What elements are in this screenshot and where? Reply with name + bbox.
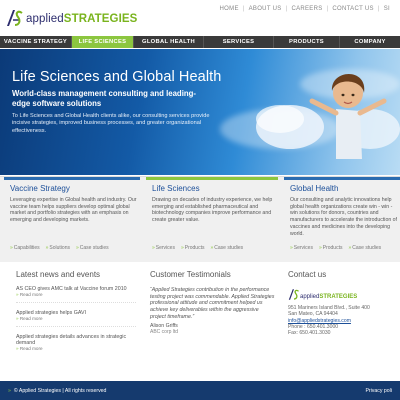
hero-girl-with-wings-image bbox=[256, 74, 400, 159]
top-link-about-us[interactable]: ABOUT US bbox=[245, 6, 286, 12]
read-more-link[interactable]: » Read more bbox=[16, 346, 136, 352]
feature-accent-bar bbox=[284, 177, 400, 180]
feature-link-case-studies[interactable]: »Case studies bbox=[348, 245, 381, 251]
arrow-icon: » bbox=[180, 245, 184, 251]
feature-columns: Vaccine Strategy Leveraging expertise in… bbox=[0, 176, 400, 262]
feature-links: »Services »Products »Case studies bbox=[152, 245, 243, 251]
feature-link-case-studies[interactable]: »Case studies bbox=[210, 245, 243, 251]
feature-life-sciences: Life Sciences Drawing on decades of indu… bbox=[146, 177, 278, 263]
tab-company[interactable]: COMPANY bbox=[340, 36, 400, 48]
news-item-title[interactable]: Applied strategies details advances in s… bbox=[16, 334, 136, 347]
logo-word-strategies: STRATEGIES bbox=[63, 13, 138, 25]
feature-title[interactable]: Vaccine Strategy bbox=[10, 184, 70, 193]
top-link-home[interactable]: HOME bbox=[216, 6, 243, 12]
arrow-icon: » bbox=[348, 245, 352, 251]
arrow-icon: » bbox=[290, 245, 293, 251]
logo-word-strategies: STRATEGIES bbox=[319, 294, 358, 300]
contact-logo: appliedSTRATEGIES bbox=[288, 287, 400, 301]
feature-link-services[interactable]: »Services bbox=[152, 245, 175, 251]
logo-word-applied: applied bbox=[26, 13, 64, 25]
feature-link-solutions[interactable]: »Solutions bbox=[46, 245, 70, 251]
news-heading: Latest news and events bbox=[16, 270, 101, 279]
footer-privacy-link[interactable]: Privacy poli bbox=[365, 388, 392, 394]
feature-link-products[interactable]: »Products bbox=[181, 245, 205, 251]
hero-title: Life Sciences and Global Health bbox=[12, 69, 222, 85]
testimonials-heading: Customer Testimonials bbox=[150, 270, 231, 279]
testimonials-column: Customer Testimonials “Applied Strategie… bbox=[150, 265, 275, 335]
news-item: Applied strategies helps GAVI » Read mor… bbox=[16, 310, 136, 327]
feature-vaccine-strategy: Vaccine Strategy Leveraging expertise in… bbox=[4, 177, 140, 263]
arrow-icon: » bbox=[152, 245, 155, 251]
lower-section: Latest news and events AS CEO gives AMC … bbox=[0, 265, 400, 375]
arrow-icon: » bbox=[210, 245, 214, 251]
top-link-sitemap[interactable]: SI bbox=[380, 6, 394, 12]
contact-column: Contact us appliedSTRATEGIES 951 Mariner… bbox=[288, 265, 400, 336]
feature-global-health: Global Health Our consulting and analyti… bbox=[284, 177, 400, 263]
logo-word-applied: applied bbox=[300, 294, 320, 300]
feature-link-case-studies[interactable]: »Case studies bbox=[76, 245, 109, 251]
feature-description: Drawing on decades of industry experienc… bbox=[152, 197, 273, 224]
top-link-careers[interactable]: CAREERS bbox=[287, 6, 326, 12]
footer-copyright: © Applied Strategies | All rights reserv… bbox=[13, 387, 107, 394]
contact-fax: Fax: 650.401.3030 bbox=[288, 330, 331, 337]
feature-title[interactable]: Life Sciences bbox=[152, 184, 200, 193]
news-item: Applied strategies details advances in s… bbox=[16, 334, 136, 356]
tab-services[interactable]: SERVICES bbox=[204, 36, 274, 48]
feature-link-services[interactable]: »Services bbox=[290, 245, 313, 251]
arrow-icon: » bbox=[318, 245, 322, 251]
read-more-link[interactable]: » Read more bbox=[16, 316, 136, 322]
feature-link-products[interactable]: »Products bbox=[319, 245, 343, 251]
hero-subtitle: World-class management consulting and le… bbox=[12, 89, 196, 108]
site-footer: » © Applied Strategies | All rights rese… bbox=[0, 381, 400, 400]
feature-title[interactable]: Global Health bbox=[290, 184, 338, 193]
feature-links: »Capabilities »Solutions »Case studies bbox=[10, 245, 109, 251]
arrow-icon: » bbox=[8, 387, 11, 394]
contact-details: 951 Mariners Island Blvd., Suite 400 San… bbox=[288, 305, 400, 336]
arrow-icon: » bbox=[45, 245, 49, 251]
feature-link-capabilities[interactable]: »Capabilities bbox=[10, 245, 40, 251]
arrow-icon: » bbox=[10, 245, 13, 251]
feature-accent-bar bbox=[4, 177, 140, 180]
news-item: AS CEO gives AMC talk at Vaccine forum 2… bbox=[16, 286, 136, 303]
arrow-icon: » bbox=[76, 245, 79, 251]
site-logo[interactable]: appliedSTRATEGIES bbox=[6, 6, 137, 28]
main-navigation: VACCINE STRATEGY LIFE SCIENCES GLOBAL HE… bbox=[0, 36, 400, 48]
feature-description: Leveraging expertise in Global health an… bbox=[10, 197, 137, 224]
feature-accent-bar bbox=[146, 177, 278, 180]
hero-description: To Life Sciences and Global Health clien… bbox=[12, 113, 210, 134]
as-logo-icon bbox=[6, 8, 24, 28]
site-header: appliedSTRATEGIES HOME | ABOUT US | CARE… bbox=[0, 0, 400, 34]
feature-links: »Services »Products »Case studies bbox=[290, 245, 381, 251]
news-column: Latest news and events AS CEO gives AMC … bbox=[16, 265, 136, 356]
contact-heading: Contact us bbox=[288, 270, 327, 279]
tab-life-sciences[interactable]: LIFE SCIENCES bbox=[72, 36, 134, 48]
testimonial-quote: “Applied Strategies contribution in the … bbox=[150, 287, 275, 320]
tab-vaccine-strategy[interactable]: VACCINE STRATEGY bbox=[0, 36, 72, 48]
feature-description: Our consulting and analytic innovations … bbox=[290, 197, 397, 237]
tab-global-health[interactable]: GLOBAL HEALTH bbox=[134, 36, 204, 48]
testimonial-company: ABC corp ltd bbox=[150, 328, 179, 335]
tab-products[interactable]: PRODUCTS bbox=[274, 36, 340, 48]
read-more-link[interactable]: » Read more bbox=[16, 292, 136, 298]
top-link-contact-us[interactable]: CONTACT US bbox=[328, 6, 377, 12]
hero-banner: Life Sciences and Global Health World-cl… bbox=[0, 49, 400, 175]
top-utility-nav: HOME | ABOUT US | CAREERS | CONTACT US |… bbox=[216, 6, 394, 12]
as-logo-icon bbox=[288, 289, 299, 300]
